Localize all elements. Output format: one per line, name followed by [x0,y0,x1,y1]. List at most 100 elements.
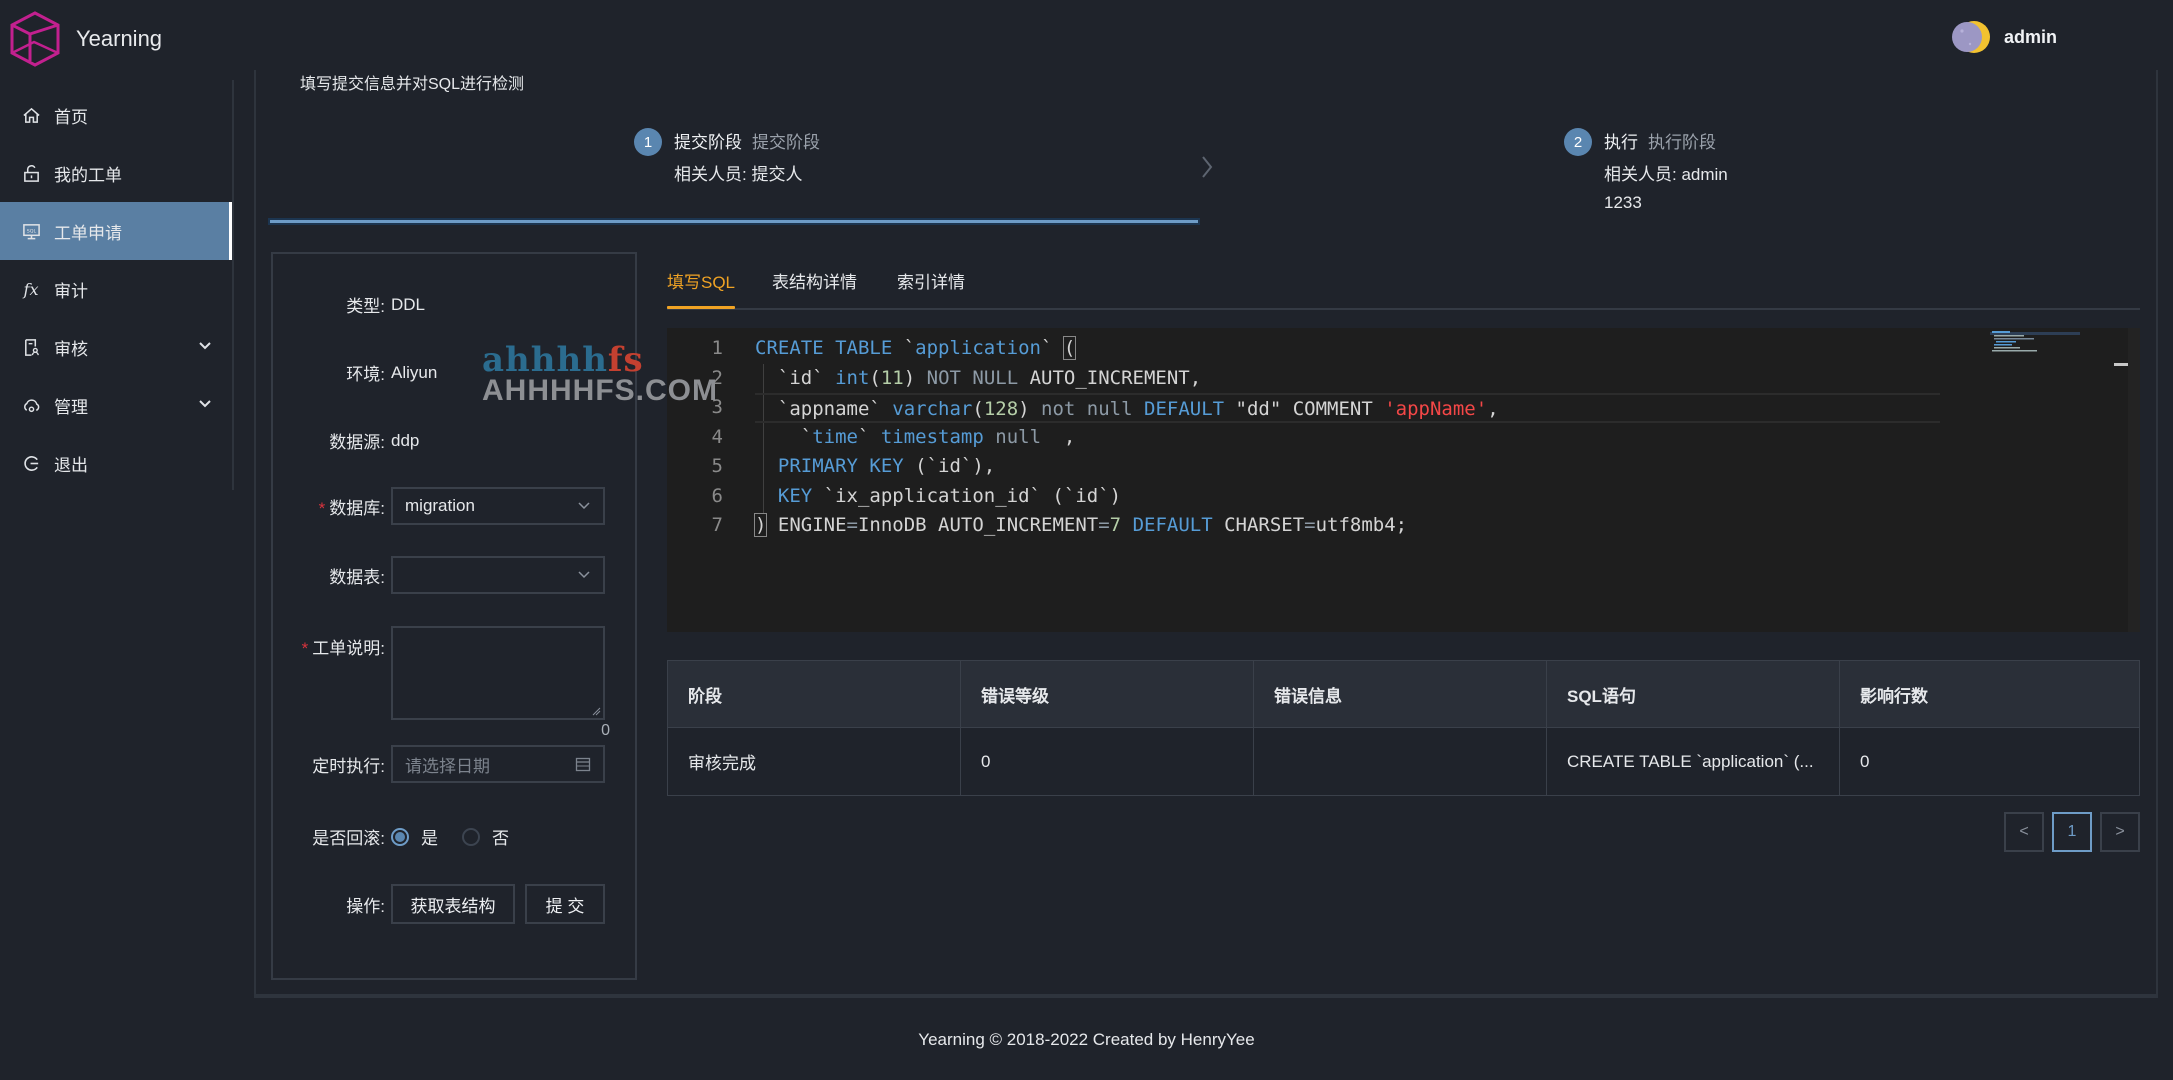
logout-icon [20,452,42,474]
form-row-actions: 操作: 获取表结构 提 交 [273,884,635,924]
resize-grip-icon[interactable] [591,706,601,716]
sidebar-item-label: 工单申请 [54,223,122,243]
type-value: DDL [391,294,426,314]
description-label: * 工单说明: [273,626,391,659]
line-number: 4 [711,425,723,448]
rollback-no-radio[interactable]: 否 [462,824,509,849]
code-token: DEFAULT [1144,398,1225,420]
schedule-date-input[interactable]: 请选择日期 [391,745,605,783]
svg-text:SQL: SQL [26,228,36,234]
code-token: = [1304,514,1316,536]
source-value: ddp [391,430,420,450]
editor-scroll-thumb[interactable] [2114,363,2128,366]
step-subtitle: 执行阶段 [1648,133,1716,152]
line-number: 7 [711,514,723,536]
sidebar-item-label: 审核 [54,339,88,359]
sidebar-item-manage[interactable]: 管理 [0,376,234,434]
check-results-table: 阶段 错误等级 错误信息 SQL语句 影响行数 审核完成 0 CREATE TA… [667,660,2140,796]
tab-table-structure[interactable]: 表结构详情 [772,268,857,306]
step-title: 提交阶段 [674,133,742,152]
fx-icon: fx [23,279,39,299]
rollback-label: 是否回滚: [312,829,385,848]
user-menu[interactable]: admin [1950,16,2057,58]
database-select[interactable]: migration [391,487,605,525]
code-token: DEFAULT [1132,514,1213,536]
sidebar-item-my-orders[interactable]: 我的工单 [0,144,234,202]
env-value: Aliyun [391,362,438,382]
form-row-type: 类型: DDL [273,292,635,317]
code-token: `id` [755,366,836,389]
source-label: 数据源: [329,433,385,452]
column-header: 影响行数 [1839,660,2140,728]
editor-scrollbar[interactable] [2128,328,2140,632]
username: admin [2004,26,2058,47]
column-header: 错误等级 [960,660,1254,728]
watermark-site: AHHHHFS.COM [482,374,718,407]
chevron-down-icon[interactable] [198,396,212,410]
code-area[interactable]: CREATE TABLE `application` ( `id` int(11… [753,334,1940,541]
page-1-button[interactable]: 1 [2052,812,2092,852]
code-token: ) [753,513,768,537]
home-icon [20,104,42,126]
description-label-text: 工单说明: [312,639,385,658]
sidebar-item-review[interactable]: 审核 [0,318,234,376]
required-mark: * [301,639,309,658]
unlock-icon [20,162,42,184]
code-token: not null [1041,398,1133,420]
code-token: ` [857,425,881,448]
chevron-down-icon[interactable] [198,338,212,352]
sidebar-item-audit-log[interactable]: fx 审计 [0,260,234,318]
table-header-row: 阶段 错误等级 错误信息 SQL语句 影响行数 [667,660,2140,728]
form-row-database: * 数据库: migration [273,487,635,525]
sidebar-menu: 首页 我的工单 SQL 工单申请 fx 审计 审核 管理 退出 [0,86,234,492]
sidebar-item-logout[interactable]: 退出 [0,434,234,492]
code-token: varchar [892,398,973,420]
code-token: , [1487,398,1499,420]
type-label: 类型: [346,297,385,316]
code-token: ` [755,425,813,448]
sidebar-scrollbar[interactable] [232,80,234,490]
code-token: 128 [983,398,1019,420]
yearning-cube-icon [10,11,60,67]
required-mark: * [318,498,326,518]
sql-editor[interactable]: 1234567 CREATE TABLE `application` ( `id… [667,328,2140,632]
rollback-yes-radio[interactable]: 是 [391,824,438,849]
form-row-table: 数据表: [273,556,635,594]
calendar-icon [575,757,591,772]
sidebar-item-home[interactable]: 首页 [0,86,234,144]
code-token: ` [1041,337,1064,359]
submit-button[interactable]: 提 交 [525,884,605,924]
tab-index-details[interactable]: 索引详情 [897,268,965,306]
pagination: < 1 > [2004,812,2140,852]
fetch-structure-button[interactable]: 获取表结构 [391,884,515,924]
description-textarea[interactable] [391,626,605,720]
step-subtitle: 提交阶段 [752,133,820,152]
next-page-button[interactable]: > [2100,812,2140,852]
table-select[interactable] [391,556,605,594]
sidebar-item-label: 首页 [54,107,88,127]
line-number: 6 [711,484,723,507]
code-token: KEY [777,484,813,507]
code-token: ( [972,398,984,420]
database-select-value: migration [405,496,475,515]
tab-write-sql[interactable]: 填写SQL [667,268,736,309]
step-desc: 相关人员: admin 1233 [1604,161,1728,217]
editor-minimap[interactable] [1990,330,2080,354]
database-label-text: 数据库: [329,498,385,518]
step-execute: 2 执行 执行阶段 相关人员: admin 1233 [1564,128,1728,217]
code-token: ) [1018,398,1042,420]
prev-page-button[interactable]: < [2004,812,2044,852]
code-token: ) [903,366,927,389]
sidebar-item-order-apply[interactable]: SQL 工单申请 [0,202,234,260]
app-logo[interactable]: Yearning [8,10,162,68]
database-label: * 数据库: [273,494,391,519]
radio-checked-icon [391,827,409,846]
code-line: `appname` varchar(128) not null DEFAULT … [755,393,1940,423]
code-token: utf8mb4; [1315,514,1408,536]
code-token: `appname` [755,398,893,420]
